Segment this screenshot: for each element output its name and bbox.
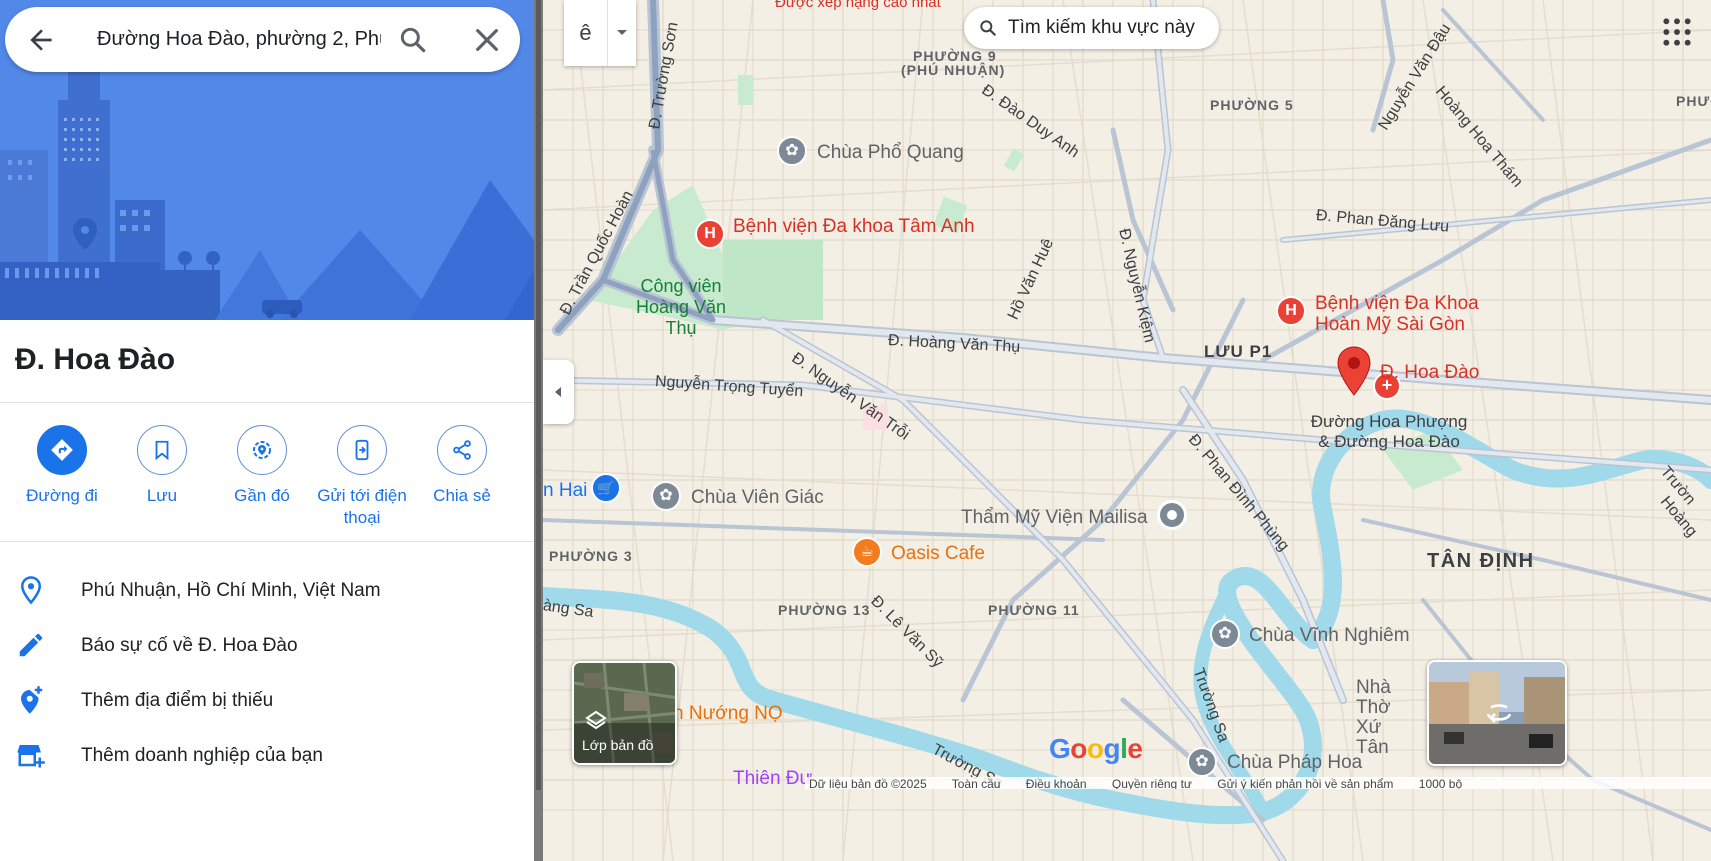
cafe-icon[interactable]: ☕ — [852, 537, 882, 567]
report-issue-text: Báo sự cố về Đ. Hoa Đào — [81, 635, 298, 656]
street-view-thumbnail[interactable] — [1427, 660, 1567, 766]
send-to-phone-label: Gửi tới điện thoại — [317, 486, 407, 527]
poi-chua-vien-giac[interactable]: Chùa Viên Giác — [691, 487, 824, 509]
poi-hospital-tam-anh[interactable]: Bệnh viện Đa khoa Tâm Anh — [733, 216, 975, 237]
poi-chua-pho-quang[interactable]: Chùa Phổ Quang — [817, 142, 964, 164]
panel-scrollbar[interactable] — [534, 0, 543, 861]
directions-label: Đường đi — [26, 486, 98, 505]
poi-hospital-hoan-my[interactable]: Bệnh viện Đa Khoa Hoàn Mỹ Sài Gòn — [1315, 293, 1495, 335]
search-input[interactable]: Đường Hoa Đào, phường 2, Phú Nhuận, Hồ C… — [97, 7, 381, 72]
selected-place-pin-icon[interactable] — [1336, 345, 1372, 397]
poi-nha-tho[interactable]: Nhà Thờ Xứ Tân — [1356, 678, 1416, 758]
location-pin-icon — [20, 576, 42, 605]
hospital-icon[interactable]: H — [1276, 296, 1306, 326]
save-label: Lưu — [146, 486, 178, 505]
map-data-copyright: Dữ liệu bản đồ ©2025 — [809, 777, 927, 789]
intersection-label[interactable]: Đường Hoa Phượng & Đường Hoa Đào — [1309, 412, 1469, 452]
layers-icon — [585, 710, 607, 730]
hospital-icon[interactable]: H — [695, 219, 725, 249]
search-icon — [980, 20, 996, 36]
poi-oasis-cafe[interactable]: Oasis Cafe — [891, 543, 985, 565]
place-panel: Đường Hoa Đào, phường 2, Phú Nhuận, Hồ C… — [0, 0, 534, 861]
save-button[interactable]: Lưu — [112, 425, 212, 507]
send-feedback-link[interactable]: Gửi ý kiến phản hồi về sản phẩm — [1217, 777, 1393, 789]
directions-button[interactable]: Đường đi — [12, 425, 112, 507]
directions-icon — [51, 439, 73, 461]
poi-restaurant[interactable]: n Nướng NỌ — [673, 703, 783, 725]
layers-label: Lớp bản đồ — [582, 737, 654, 753]
chevron-down-icon[interactable] — [608, 0, 636, 66]
poi-chua-vinh-nghiem[interactable]: Chùa Vĩnh Nghiêm — [1249, 625, 1410, 647]
address-row[interactable]: Phú Nhuận, Hồ Chí Minh, Việt Nam — [0, 563, 534, 618]
collapse-panel-button[interactable] — [543, 360, 574, 424]
scrollbar-thumb[interactable] — [536, 0, 541, 790]
add-business-text: Thêm doanh nghiệp của bạn — [81, 745, 323, 766]
nearby-label: Gần đó — [234, 486, 290, 505]
divider — [0, 541, 534, 542]
poi-thien-duong[interactable]: Thiên Đư — [733, 768, 812, 790]
nearby-icon — [253, 441, 271, 459]
search-box[interactable]: Đường Hoa Đào, phường 2, Phú Nhuận, Hồ C… — [5, 7, 520, 72]
place-title: Đ. Hoa Đào — [15, 343, 176, 376]
privacy-link[interactable]: Quyền riêng tư — [1112, 777, 1192, 789]
scale-label[interactable]: 1000 bộ — [1419, 777, 1462, 789]
spa-icon[interactable] — [1157, 500, 1187, 530]
shopping-cart-icon[interactable]: 🛒 — [591, 473, 621, 503]
share-label: Chia sẻ — [433, 486, 491, 505]
poi-mailisa[interactable]: Thẩm Mỹ Viện Mailisa — [961, 507, 1148, 529]
poi-park[interactable]: Công viên Hoàng Văn Thụ — [621, 276, 741, 339]
search-this-area-button[interactable]: Tìm kiếm khu vực này — [964, 7, 1219, 49]
terms-link[interactable]: Điều khoản — [1026, 777, 1087, 789]
district-label: PHƯỜNG 11 — [988, 602, 1080, 618]
poi-chua-phap-hoa[interactable]: Chùa Pháp Hoa — [1227, 752, 1362, 774]
district-label: TÂN ĐỊNH — [1427, 550, 1535, 572]
language-label[interactable]: ê — [564, 0, 608, 66]
search-this-area-label: Tìm kiếm khu vực này — [1008, 17, 1195, 38]
add-missing-place-text: Thêm địa điểm bị thiếu — [81, 690, 274, 711]
pagoda-icon[interactable]: ✿ — [1210, 619, 1240, 649]
back-arrow-icon[interactable] — [25, 24, 57, 56]
district-label: LƯU P1 — [1204, 342, 1273, 361]
share-icon — [453, 440, 471, 460]
pencil-icon — [19, 633, 43, 657]
add-place-icon — [21, 686, 43, 714]
add-missing-place-row[interactable]: Thêm địa điểm bị thiếu — [0, 673, 534, 728]
map-canvas[interactable]: Được xếp hạng cao nhất PHƯỜNG 9 (PHÚ NHU… — [543, 0, 1711, 861]
district-label: PHƯỜNG 5 — [1210, 97, 1294, 113]
language-toggle[interactable]: ê — [564, 0, 636, 66]
send-to-phone-icon — [355, 439, 369, 461]
search-icon[interactable] — [397, 24, 429, 56]
add-business-icon — [17, 745, 45, 768]
send-to-phone-button[interactable]: Gửi tới điện thoại — [312, 425, 412, 529]
district-label: PHƯỜNG 3 — [549, 548, 633, 564]
google-logo: Google — [1049, 733, 1143, 764]
poi-shop[interactable]: n Hai — [543, 480, 587, 502]
share-button[interactable]: Chia sẻ — [412, 425, 512, 507]
rotate-360-icon — [1487, 704, 1511, 723]
bookmark-icon — [155, 440, 169, 461]
layers-button[interactable]: Lớp bản đồ — [572, 661, 677, 765]
add-business-row[interactable]: Thêm doanh nghiệp của bạn — [0, 728, 534, 783]
pagoda-icon[interactable]: ✿ — [1187, 747, 1217, 777]
selected-place-label[interactable]: Đ. Hoa Đào — [1380, 362, 1479, 383]
district-label: PHƯỜNG 13 — [778, 602, 871, 618]
address-text: Phú Nhuận, Hồ Chí Minh, Việt Nam — [81, 580, 381, 601]
apps-grid-icon[interactable] — [1661, 16, 1693, 48]
pagoda-icon[interactable]: ✿ — [777, 136, 807, 166]
nearby-button[interactable]: Gần đó — [212, 425, 312, 507]
global-link[interactable]: Toàn cầu — [952, 777, 1001, 789]
top-rated-label: Được xếp hạng cao nhất — [775, 0, 941, 11]
close-icon[interactable] — [471, 24, 503, 56]
district-label: PHƯỜN — [1676, 93, 1711, 109]
chevron-left-icon — [555, 387, 561, 397]
report-issue-row[interactable]: Báo sự cố về Đ. Hoa Đào — [0, 618, 534, 673]
district-label: (PHÚ NHUẬN) — [901, 62, 1006, 78]
map-attribution-bar: Dữ liệu bản đồ ©2025 Toàn cầu Điều khoản… — [805, 777, 1711, 789]
divider — [0, 402, 534, 403]
pagoda-icon[interactable]: ✿ — [651, 481, 681, 511]
